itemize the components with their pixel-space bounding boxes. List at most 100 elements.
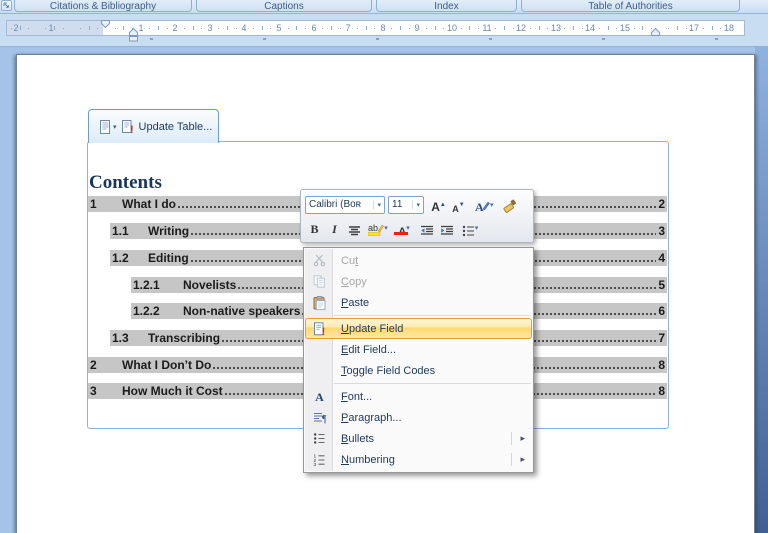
word-window: Citations & BibliographyCaptionsIndexTab… bbox=[0, 0, 768, 533]
decrease-indent-button[interactable] bbox=[417, 218, 436, 237]
grow-font-button[interactable]: A▲ bbox=[429, 195, 448, 214]
ruler-number: 6 bbox=[311, 23, 316, 33]
toc-entry-number: 1.2 bbox=[110, 251, 148, 265]
menu-item-edit-field[interactable]: Edit Field... bbox=[305, 339, 532, 360]
align-center-button[interactable] bbox=[345, 218, 364, 237]
toc-entry-number: 1.1 bbox=[110, 224, 148, 238]
toc-document-icon bbox=[99, 120, 111, 134]
svg-text:¶: ¶ bbox=[322, 414, 327, 424]
ruler-tab-stop bbox=[376, 38, 379, 40]
submenu-arrow-icon[interactable]: ▸ bbox=[520, 454, 525, 465]
ruler-number: 1 bbox=[138, 23, 143, 33]
bullets-button[interactable]: ▾ bbox=[457, 218, 483, 237]
font-name-combo[interactable]: Calibri (Boʀ ▾ bbox=[305, 196, 385, 214]
mini-toolbar: Calibri (Boʀ ▾ 11 ▾ A▲ A▼ A ▾ bbox=[300, 189, 534, 243]
scissors-icon bbox=[306, 254, 333, 267]
quick-styles-button[interactable]: A ▾ bbox=[473, 195, 495, 214]
format-painter-icon bbox=[501, 199, 516, 214]
copy-icon bbox=[306, 275, 333, 288]
chevron-down-icon[interactable]: ▾ bbox=[412, 201, 423, 209]
submenu-arrow-icon[interactable]: ▸ bbox=[520, 433, 525, 444]
ruler-tab-stop bbox=[150, 38, 153, 40]
ruler-number: 9 bbox=[414, 23, 419, 33]
ruler-number: 14 bbox=[585, 23, 595, 33]
toc-title: Contents bbox=[89, 172, 162, 194]
menu-item-numbering[interactable]: 123Numbering▸ bbox=[305, 449, 532, 470]
menu-item-label: Paste bbox=[341, 297, 369, 309]
bold-button[interactable]: B bbox=[305, 218, 324, 237]
chevron-down-icon[interactable]: ▾ bbox=[373, 201, 384, 209]
bold-icon: B bbox=[310, 222, 318, 237]
ruler-tab-stop bbox=[263, 38, 266, 40]
menu-item-bullets[interactable]: Bullets ▸ bbox=[305, 428, 532, 449]
horizontal-ruler[interactable]: 211234567891011121314151718 bbox=[0, 14, 768, 47]
toc-field-tab: ▾ ! Update Table... bbox=[88, 109, 219, 143]
text-highlight-button[interactable]: ab ▾ bbox=[365, 218, 391, 237]
ruler-tab-stop bbox=[489, 38, 492, 40]
italic-button[interactable]: I bbox=[325, 218, 344, 237]
font-color-swatch bbox=[394, 232, 408, 235]
menu-item-cut: Cut bbox=[305, 250, 532, 271]
paste-icon bbox=[306, 296, 333, 310]
toc-entry-label: What I do bbox=[122, 197, 176, 211]
increase-indent-button[interactable] bbox=[437, 218, 456, 237]
font-size-combo[interactable]: 11 ▾ bbox=[388, 196, 424, 214]
italic-icon: I bbox=[332, 222, 337, 237]
toc-entry-page-number: 4 bbox=[658, 251, 667, 265]
ribbon-group-label-captions: Captions bbox=[196, 0, 372, 12]
decrease-indent-icon bbox=[420, 225, 434, 237]
toc-entry-page-number: 7 bbox=[658, 331, 667, 345]
svg-text:3: 3 bbox=[314, 462, 317, 466]
menu-item-paste[interactable]: Paste bbox=[305, 292, 532, 313]
ruler-number: 15 bbox=[620, 23, 630, 33]
menu-item-label: Cut bbox=[341, 255, 358, 267]
ruler-number: 8 bbox=[380, 23, 385, 33]
toc-entry-label: Writing bbox=[148, 224, 189, 238]
first-line-indent-marker[interactable] bbox=[101, 20, 110, 28]
ruler-number: 18 bbox=[724, 23, 734, 33]
menu-item-toggle-field-codes[interactable]: Toggle Field Codes bbox=[305, 360, 532, 381]
right-indent-marker[interactable] bbox=[651, 28, 660, 36]
chevron-down-icon: ▾ bbox=[113, 123, 117, 131]
menu-separator bbox=[334, 315, 531, 316]
toc-entry-label: Novelists bbox=[183, 278, 236, 292]
text-highlight-icon: ab bbox=[368, 222, 384, 237]
update-table-button[interactable]: ! Update Table... bbox=[119, 119, 215, 135]
bullets-icon bbox=[306, 432, 333, 445]
ribbon-group-label-table-of-authorities: Table of Authorities bbox=[521, 0, 740, 12]
svg-text:!: ! bbox=[322, 326, 326, 336]
paragraph-icon: ¶ bbox=[306, 411, 333, 424]
toc-entry-page-number: 6 bbox=[658, 304, 667, 318]
ruler-number: 2 bbox=[13, 23, 18, 33]
ruler-number: 11 bbox=[482, 23, 491, 33]
ribbon-groups-strip: Citations & BibliographyCaptionsIndexTab… bbox=[0, 0, 768, 14]
hanging-indent-marker[interactable] bbox=[129, 28, 138, 42]
ruler-number: 12 bbox=[516, 23, 526, 33]
quick-styles-icon: A bbox=[474, 199, 490, 214]
bullets-icon bbox=[462, 225, 475, 237]
context-menu: Cut Copy Paste !Update FieldEdit Field...To… bbox=[303, 247, 534, 473]
window-right-gutter bbox=[755, 47, 768, 533]
dialog-launcher-button[interactable] bbox=[1, 0, 12, 11]
menu-item-update-field[interactable]: !Update Field bbox=[305, 318, 532, 339]
toc-entry-number: 2 bbox=[88, 358, 122, 372]
toc-menu-button[interactable]: ▾ bbox=[97, 119, 119, 135]
font-color-button[interactable]: A ▾ bbox=[392, 218, 416, 237]
shrink-font-button[interactable]: A▼ bbox=[449, 195, 468, 214]
ruler-number: 4 bbox=[241, 23, 246, 33]
toc-entry-page-number: 2 bbox=[658, 197, 667, 211]
ruler-number: 13 bbox=[551, 23, 561, 33]
toc-entry-number: 1.2.2 bbox=[131, 304, 183, 318]
menu-item-label: Bullets bbox=[341, 433, 374, 445]
menu-separator bbox=[334, 383, 531, 384]
submenu-divider bbox=[511, 432, 512, 445]
menu-item-paragraph[interactable]: ¶Paragraph... bbox=[305, 407, 532, 428]
toc-entry-number: 1.2.1 bbox=[131, 278, 183, 292]
grow-font-icon: A bbox=[431, 200, 440, 214]
toc-entry-page-number: 3 bbox=[658, 224, 667, 238]
menu-item-copy: Copy bbox=[305, 271, 532, 292]
toc-entry-label: Non-native speakers bbox=[183, 304, 300, 318]
ruler-tab-stop bbox=[715, 38, 718, 40]
format-painter-button[interactable] bbox=[499, 195, 518, 214]
menu-item-font[interactable]: AFont... bbox=[305, 386, 532, 407]
